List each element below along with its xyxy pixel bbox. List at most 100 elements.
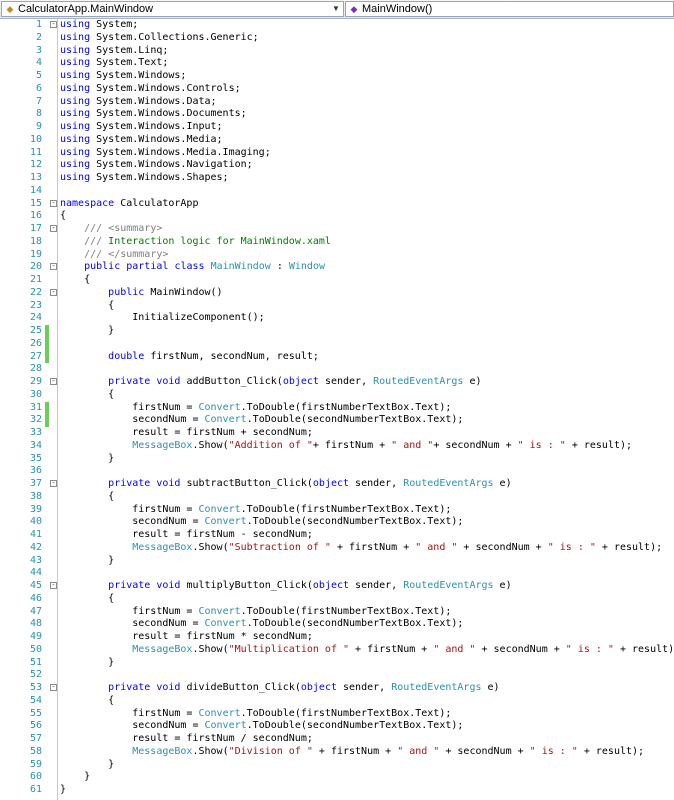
code-line[interactable]: 60 } [0, 771, 674, 784]
code-token: void [156, 580, 181, 591]
code-line[interactable]: 2 using System.Collections.Generic; [0, 32, 674, 45]
code-line[interactable]: 61} [0, 784, 674, 797]
code-token: + result); [565, 439, 633, 451]
code-token: Convert [198, 401, 241, 413]
line-number: 59 [29, 758, 42, 770]
code-line[interactable]: 5 using System.Windows; [0, 70, 674, 83]
code-line[interactable]: 9 using System.Windows.Input; [0, 121, 674, 134]
code-line[interactable]: 21 { [0, 274, 674, 287]
code-line[interactable]: 27 double firstNum, secondNum, result; [0, 350, 674, 364]
fold-toggle-icon[interactable]: - [50, 480, 57, 487]
code-line[interactable]: 41 result = firstNum - secondNum; [0, 529, 674, 542]
code-line[interactable]: 11 using System.Windows.Media.Imaging; [0, 147, 674, 160]
code-text: private void subtractButton_Click(object… [60, 478, 511, 491]
code-line[interactable]: 39 firstNum = Convert.ToDouble(firstNumb… [0, 504, 674, 517]
code-token: + firstNum + [312, 745, 398, 757]
code-line[interactable]: 48 secondNum = Convert.ToDouble(secondNu… [0, 618, 674, 631]
code-line[interactable]: 22- public MainWindow() [0, 287, 674, 300]
code-line[interactable]: 56 secondNum = Convert.ToDouble(secondNu… [0, 720, 674, 733]
code-line[interactable]: 20- public partial class MainWindow : Wi… [0, 261, 674, 274]
fold-toggle-icon[interactable]: - [50, 199, 57, 207]
code-line[interactable]: 37 - private void subtractButton_Click(ob… [0, 478, 674, 491]
code-line[interactable]: 29 - private void addButton_Click(object … [0, 376, 674, 389]
line-number: 46 [29, 592, 42, 604]
code-line[interactable]: 55 firstNum = Convert.ToDouble(firstNumb… [0, 708, 674, 721]
code-line[interactable]: 10 using System.Windows.Media; [0, 134, 674, 147]
change-marker [45, 401, 49, 415]
code-line[interactable]: 13 using System.Windows.Shapes; [0, 172, 674, 185]
code-line[interactable]: 54 { [0, 695, 674, 708]
code-line[interactable]: 35 } [0, 453, 674, 466]
line-number: 33 [29, 427, 42, 438]
code-line[interactable]: 43 } [0, 555, 674, 568]
code-line[interactable]: 8 using System.Windows.Documents; [0, 108, 674, 121]
code-line[interactable]: 24 InitializeComponent(); [0, 312, 674, 325]
fold-toggle-icon[interactable]: - [50, 582, 57, 589]
line-number: 39 [29, 503, 42, 515]
code-line[interactable]: 46 { [0, 593, 674, 606]
code-line[interactable]: 12 using System.Windows.Navigation; [0, 159, 674, 172]
code-line[interactable]: 49 result = firstNum * secondNum; [0, 631, 674, 644]
code-line[interactable]: 16 { [0, 210, 674, 223]
line-number: 48 [29, 618, 42, 630]
code-line[interactable]: 17 - /// <summary> [0, 223, 674, 236]
code-token: using [60, 159, 91, 171]
code-line[interactable]: 57 result = firstNum / secondNum; [0, 733, 674, 746]
fold-toggle-icon[interactable]: - [50, 21, 57, 28]
fold-toggle-icon[interactable]: - [50, 225, 57, 232]
line-number: 58 [29, 745, 42, 757]
line-number: 13 [29, 172, 42, 183]
code-line[interactable]: 4 using System.Text; [0, 57, 674, 70]
code-token: "Division of " [228, 745, 313, 757]
fold-toggle-icon[interactable]: - [50, 684, 57, 691]
code-line[interactable]: 19 /// </summary> [0, 249, 674, 262]
code-token: double [108, 350, 145, 362]
code-text: result = firstNum - secondNum; [60, 529, 313, 542]
code-token: .Show( [192, 643, 229, 655]
code-line[interactable]: 58 MessageBox.Show("Division of " + firs… [0, 746, 674, 759]
code-line[interactable]: 34 MessageBox.Show("Addition of "+ first… [0, 440, 674, 453]
code-token: Convert [198, 707, 241, 719]
class-dropdown[interactable]: ◆ CalculatorApp.MainWindow ▼ [1, 1, 344, 17]
code-line[interactable]: 47 firstNum = Convert.ToDouble(firstNumb… [0, 606, 674, 619]
fold-toggle-icon[interactable]: - [50, 263, 57, 271]
code-line[interactable]: 52 [0, 669, 674, 682]
code-line[interactable]: 53 - private void divideButton_Click(obje… [0, 682, 674, 695]
code-line[interactable]: 31 firstNum = Convert.ToDouble(firstNumb… [0, 401, 674, 415]
code-editor[interactable]: 1- using System; 2 using System.Collections… [0, 19, 674, 800]
code-text: using System.Windows.Navigation; [60, 159, 253, 172]
code-line[interactable]: 18 /// Interaction logic for MainWindow.… [0, 236, 674, 249]
code-line[interactable]: 26 [0, 337, 674, 351]
code-line[interactable]: 50 MessageBox.Show("Multiplication of " … [0, 644, 674, 657]
code-line[interactable]: 59 } [0, 759, 674, 772]
code-token: object [312, 580, 350, 591]
line-number: 21 [29, 274, 42, 285]
code-line[interactable]: 45 - private void multiplyButton_Click(ob… [0, 580, 674, 593]
code-line[interactable]: 14 [0, 185, 674, 198]
chevron-down-icon[interactable]: ▼ [331, 2, 341, 16]
code-line[interactable]: 38 { [0, 491, 674, 504]
code-line[interactable]: 30 { [0, 389, 674, 402]
code-line[interactable]: 6 using System.Windows.Controls; [0, 83, 674, 96]
code-line[interactable]: 36 [0, 465, 674, 478]
code-token: + result); [577, 745, 645, 757]
code-line[interactable]: 32 secondNum = Convert.ToDouble(secondNu… [0, 414, 674, 427]
code-line[interactable]: 40 secondNum = Convert.ToDouble(secondNu… [0, 516, 674, 529]
line-number: 28 [29, 363, 42, 375]
member-dropdown[interactable]: ◆ MainWindow() [345, 1, 674, 17]
code-line[interactable]: 1 - using System; [0, 19, 674, 32]
fold-toggle-icon[interactable]: - [50, 378, 57, 385]
code-line[interactable]: 33 result = firstNum + secondNum; [0, 427, 674, 440]
fold-toggle-icon[interactable]: - [50, 288, 57, 296]
code-line[interactable]: 7 using System.Windows.Data; [0, 96, 674, 109]
code-line[interactable]: 51 } [0, 657, 674, 670]
code-line[interactable]: 23 { [0, 300, 674, 313]
code-line[interactable]: 15- namespace CalculatorApp [0, 198, 674, 211]
code-line[interactable]: 44 [0, 567, 674, 580]
code-line[interactable]: 28 [0, 363, 674, 376]
code-line[interactable]: 42 MessageBox.Show("Subtraction of " + f… [0, 542, 674, 555]
code-line[interactable]: 3 using System.Linq; [0, 45, 674, 58]
code-line[interactable]: 25 } [0, 325, 674, 338]
code-token: void [156, 478, 181, 489]
line-number: 9 [35, 121, 42, 132]
